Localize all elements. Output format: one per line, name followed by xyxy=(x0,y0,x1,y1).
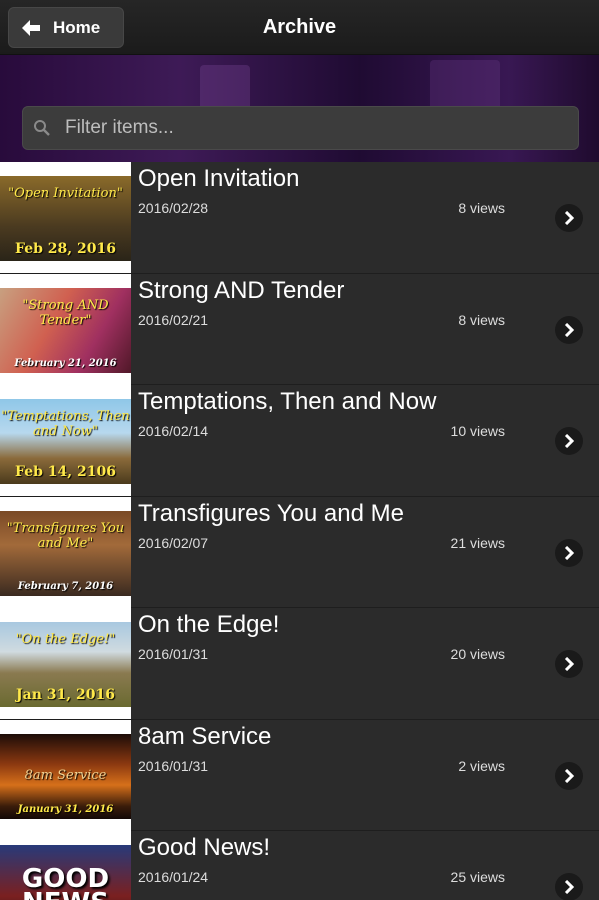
thumbnail-date: Feb 14, 2106 xyxy=(15,464,116,480)
item-date: 2016/01/31 xyxy=(138,757,209,774)
thumbnail-caption: "Strong AND Tender" xyxy=(22,297,109,328)
thumbnail-image: "Temptations, Then and Now" Feb 14, 2106 xyxy=(0,399,131,484)
thumbnail-caption: "Temptations, Then and Now" xyxy=(1,409,130,439)
thumbnail: 8am Service January 31, 2016 xyxy=(0,719,131,831)
chevron-right-icon[interactable] xyxy=(555,538,583,567)
item-views: 25 views xyxy=(450,869,505,885)
thumbnail-caption: 8am Service xyxy=(24,767,107,783)
chevron-right-icon[interactable] xyxy=(555,761,583,790)
chevron-right-icon[interactable] xyxy=(555,315,583,344)
thumbnail-caption: "Transfigures You and Me" xyxy=(6,520,125,551)
item-views: 2 views xyxy=(458,757,505,774)
item-views: 20 views xyxy=(450,646,505,662)
item-views: 8 views xyxy=(458,311,505,328)
thumbnail-date: January 31, 2016 xyxy=(17,803,114,815)
item-date: 2016/02/07 xyxy=(138,534,209,551)
list-item[interactable]: "Transfigures You and Me" February 7, 20… xyxy=(0,496,599,608)
page-title: Archive xyxy=(262,16,337,38)
thumbnail-caption: "Open Invitation" xyxy=(8,186,123,201)
chevron-right-icon[interactable] xyxy=(555,204,583,232)
item-views: 21 views xyxy=(450,534,505,551)
item-views: 8 views xyxy=(458,200,505,216)
thumbnail-image: 8am Service January 31, 2016 xyxy=(0,733,131,819)
thumbnail-image: "Strong AND Tender" February 21, 2016 xyxy=(0,287,131,373)
list-item[interactable]: "Strong AND Tender" February 21, 2016 St… xyxy=(0,273,599,385)
item-title: Strong AND Tender xyxy=(138,276,345,304)
thumbnail-date: February 7, 2016 xyxy=(17,580,114,592)
item-title: Transfigures You and Me xyxy=(138,499,404,527)
thumbnail: "Transfigures You and Me" February 7, 20… xyxy=(0,496,131,608)
filter-input[interactable] xyxy=(65,117,545,139)
thumbnail-image: GOOD NEWS xyxy=(0,845,131,900)
thumbnail-image: "On the Edge!" Jan 31, 2016 xyxy=(0,622,131,707)
thumbnail: "On the Edge!" Jan 31, 2016 xyxy=(0,608,131,719)
item-views: 10 views xyxy=(450,423,505,439)
item-date: 2016/01/24 xyxy=(138,869,209,885)
list-item[interactable]: GOOD NEWS Good News! 2016/01/24 25 views xyxy=(0,831,599,900)
header-banner xyxy=(0,55,599,162)
top-navigation-bar: Home Archive xyxy=(0,0,599,55)
thumbnail-date: Feb 28, 2016 xyxy=(15,241,116,257)
list-item[interactable]: "Open Invitation" Feb 28, 2016 Open Invi… xyxy=(0,162,599,274)
item-date: 2016/02/28 xyxy=(138,200,209,216)
thumbnail-image: "Transfigures You and Me" February 7, 20… xyxy=(0,510,131,596)
list-item[interactable]: "Temptations, Then and Now" Feb 14, 2106… xyxy=(0,385,599,497)
thumbnail-date: February 21, 2016 xyxy=(14,357,117,369)
archive-list: "Open Invitation" Feb 28, 2016 Open Invi… xyxy=(0,162,599,900)
item-date: 2016/02/14 xyxy=(138,423,209,439)
thumbnail: GOOD NEWS xyxy=(0,831,131,900)
item-date: 2016/01/31 xyxy=(138,646,209,662)
search-icon xyxy=(34,120,50,136)
list-item[interactable]: "On the Edge!" Jan 31, 2016 On the Edge!… xyxy=(0,608,599,720)
thumbnail: "Open Invitation" Feb 28, 2016 xyxy=(0,162,131,273)
thumbnail-date: Jan 31, 2016 xyxy=(16,687,115,703)
list-item[interactable]: 8am Service January 31, 2016 8am Service… xyxy=(0,719,599,831)
item-title: On the Edge! xyxy=(138,611,280,638)
thumbnail-caption: "On the Edge!" xyxy=(15,632,116,647)
item-title: Temptations, Then and Now xyxy=(138,388,437,415)
thumbnail: "Strong AND Tender" February 21, 2016 xyxy=(0,273,131,385)
thumbnail: "Temptations, Then and Now" Feb 14, 2106 xyxy=(0,385,131,496)
chevron-right-icon[interactable] xyxy=(555,873,583,900)
chevron-right-icon[interactable] xyxy=(555,427,583,455)
item-title: Good News! xyxy=(138,834,271,861)
item-title: Open Invitation xyxy=(138,165,300,192)
item-date: 2016/02/21 xyxy=(138,311,209,328)
item-title: 8am Service xyxy=(138,722,272,750)
thumbnail-image: "Open Invitation" Feb 28, 2016 xyxy=(0,176,131,261)
filter-search-box[interactable] xyxy=(22,106,579,150)
thumbnail-caption: GOOD NEWS xyxy=(21,864,110,900)
chevron-right-icon[interactable] xyxy=(555,650,583,678)
